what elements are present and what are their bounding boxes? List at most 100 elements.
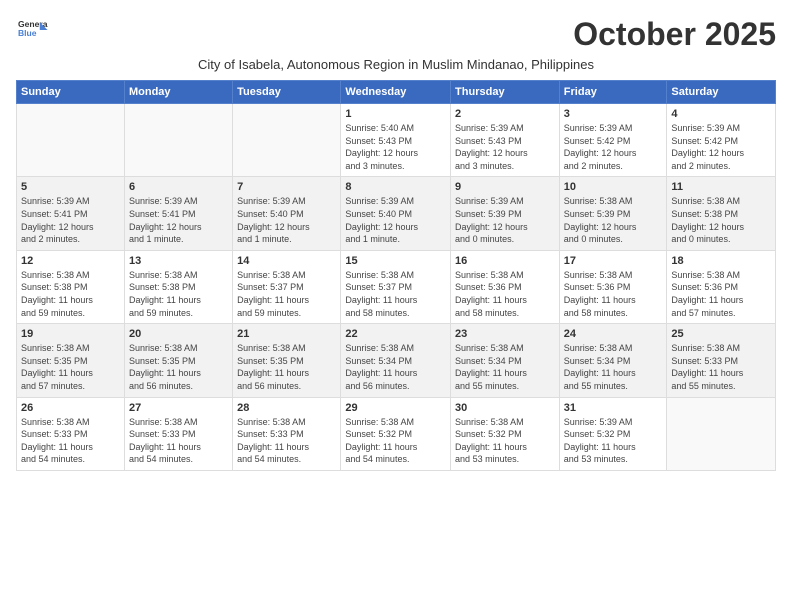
week-row-3: 12 Sunrise: 5:38 AM Sunset: 5:38 PM Dayli… xyxy=(17,250,776,323)
day-number: 30 xyxy=(455,402,555,414)
day-info: Sunrise: 5:39 AM Sunset: 5:39 PM Dayligh… xyxy=(455,195,555,245)
month-title: October 2025 xyxy=(573,16,776,53)
day-cell: 15Sunrise: 5:38 AM Sunset: 5:37 PM Dayli… xyxy=(341,250,451,323)
day-info: Sunrise: 5:38 AM Sunset: 5:36 PM Dayligh… xyxy=(564,269,663,319)
logo: General Blue xyxy=(16,16,48,44)
day-cell: 29 Sunrise: 5:38 AM Sunset: 5:32 PM Dayli… xyxy=(341,397,451,470)
day-number: 2 xyxy=(455,108,555,120)
day-cell: 18 Sunrise: 5:38 AM Sunset: 5:36 PM Dayli… xyxy=(667,250,776,323)
day-cell: 12 Sunrise: 5:38 AM Sunset: 5:38 PM Dayli… xyxy=(17,250,125,323)
day-cell: 19 Sunrise: 5:38 AM Sunset: 5:35 PM Dayli… xyxy=(17,324,125,397)
header-saturday: Saturday xyxy=(667,81,776,104)
day-info: Sunrise: 5:39 AM Sunset: 5:40 PM Dayligh… xyxy=(345,195,446,245)
day-info: Sunrise: 5:38 AM Sunset: 5:39 PM Dayligh… xyxy=(564,195,663,245)
day-cell: 26Sunrise: 5:38 AM Sunset: 5:33 PM Dayli… xyxy=(17,397,125,470)
day-number: 10 xyxy=(564,181,663,193)
day-number: 4 xyxy=(671,108,771,120)
day-info: Sunrise: 5:38 AM Sunset: 5:38 PM Dayligh… xyxy=(671,195,771,245)
day-number: 29 xyxy=(345,402,446,414)
day-info: Sunrise: 5:38 AM Sunset: 5:33 PM Dayligh… xyxy=(21,416,120,466)
day-info: Sunrise: 5:38 AM Sunset: 5:33 PM Dayligh… xyxy=(129,416,228,466)
header-tuesday: Tuesday xyxy=(233,81,341,104)
day-info: Sunrise: 5:38 AM Sunset: 5:35 PM Dayligh… xyxy=(237,342,336,392)
day-info: Sunrise: 5:38 AM Sunset: 5:36 PM Dayligh… xyxy=(455,269,555,319)
day-info: Sunrise: 5:38 AM Sunset: 5:38 PM Dayligh… xyxy=(21,269,120,319)
day-cell: 31Sunrise: 5:39 AM Sunset: 5:32 PM Dayli… xyxy=(559,397,667,470)
day-cell: 2 Sunrise: 5:39 AM Sunset: 5:43 PM Daylig… xyxy=(451,104,560,177)
day-number: 16 xyxy=(455,255,555,267)
day-number: 11 xyxy=(671,181,771,193)
day-number: 6 xyxy=(129,181,228,193)
day-number: 22 xyxy=(345,328,446,340)
day-number: 21 xyxy=(237,328,336,340)
day-info: Sunrise: 5:38 AM Sunset: 5:37 PM Dayligh… xyxy=(237,269,336,319)
header-friday: Friday xyxy=(559,81,667,104)
day-number: 27 xyxy=(129,402,228,414)
day-number: 24 xyxy=(564,328,663,340)
day-number: 7 xyxy=(237,181,336,193)
day-info: Sunrise: 5:38 AM Sunset: 5:32 PM Dayligh… xyxy=(345,416,446,466)
day-info: Sunrise: 5:38 AM Sunset: 5:32 PM Dayligh… xyxy=(455,416,555,466)
day-cell: 30 Sunrise: 5:38 AM Sunset: 5:32 PM Dayli… xyxy=(451,397,560,470)
header-thursday: Thursday xyxy=(451,81,560,104)
day-info: Sunrise: 5:38 AM Sunset: 5:35 PM Dayligh… xyxy=(129,342,228,392)
day-number: 23 xyxy=(455,328,555,340)
day-number: 9 xyxy=(455,181,555,193)
day-info: Sunrise: 5:39 AM Sunset: 5:32 PM Dayligh… xyxy=(564,416,663,466)
day-info: Sunrise: 5:39 AM Sunset: 5:42 PM Dayligh… xyxy=(564,122,663,172)
calendar-table: SundayMondayTuesdayWednesdayThursdayFrid… xyxy=(16,80,776,471)
day-cell: 9 Sunrise: 5:39 AM Sunset: 5:39 PM Daylig… xyxy=(451,177,560,250)
subtitle: City of Isabela, Autonomous Region in Mu… xyxy=(16,57,776,72)
day-cell: 25Sunrise: 5:38 AM Sunset: 5:33 PM Dayli… xyxy=(667,324,776,397)
day-cell: 6 Sunrise: 5:39 AM Sunset: 5:41 PM Daylig… xyxy=(124,177,232,250)
day-cell xyxy=(17,104,125,177)
day-info: Sunrise: 5:38 AM Sunset: 5:36 PM Dayligh… xyxy=(671,269,771,319)
day-number: 25 xyxy=(671,328,771,340)
day-cell xyxy=(124,104,232,177)
day-number: 14 xyxy=(237,255,336,267)
day-cell: 11 Sunrise: 5:38 AM Sunset: 5:38 PM Dayli… xyxy=(667,177,776,250)
day-info: Sunrise: 5:40 AM Sunset: 5:43 PM Dayligh… xyxy=(345,122,446,172)
calendar-header-row: SundayMondayTuesdayWednesdayThursdayFrid… xyxy=(17,81,776,104)
day-number: 12 xyxy=(21,255,120,267)
day-info: Sunrise: 5:38 AM Sunset: 5:34 PM Dayligh… xyxy=(455,342,555,392)
day-info: Sunrise: 5:38 AM Sunset: 5:38 PM Dayligh… xyxy=(129,269,228,319)
day-number: 8 xyxy=(345,181,446,193)
day-number: 15 xyxy=(345,255,446,267)
day-number: 20 xyxy=(129,328,228,340)
day-cell: 17 Sunrise: 5:38 AM Sunset: 5:36 PM Dayli… xyxy=(559,250,667,323)
day-info: Sunrise: 5:38 AM Sunset: 5:33 PM Dayligh… xyxy=(237,416,336,466)
day-cell: 28 Sunrise: 5:38 AM Sunset: 5:33 PM Dayli… xyxy=(233,397,341,470)
day-number: 17 xyxy=(564,255,663,267)
day-number: 28 xyxy=(237,402,336,414)
day-info: Sunrise: 5:38 AM Sunset: 5:35 PM Dayligh… xyxy=(21,342,120,392)
day-number: 19 xyxy=(21,328,120,340)
week-row-5: 26Sunrise: 5:38 AM Sunset: 5:33 PM Dayli… xyxy=(17,397,776,470)
day-cell xyxy=(233,104,341,177)
day-cell: 24 Sunrise: 5:38 AM Sunset: 5:34 PM Dayli… xyxy=(559,324,667,397)
day-info: Sunrise: 5:39 AM Sunset: 5:41 PM Dayligh… xyxy=(129,195,228,245)
day-info: Sunrise: 5:39 AM Sunset: 5:42 PM Dayligh… xyxy=(671,122,771,172)
day-cell: 4 Sunrise: 5:39 AM Sunset: 5:42 PM Daylig… xyxy=(667,104,776,177)
logo-icon: General Blue xyxy=(16,16,48,44)
day-info: Sunrise: 5:39 AM Sunset: 5:41 PM Dayligh… xyxy=(21,195,120,245)
day-cell: 21 Sunrise: 5:38 AM Sunset: 5:35 PM Dayli… xyxy=(233,324,341,397)
day-number: 13 xyxy=(129,255,228,267)
day-cell: 8 Sunrise: 5:39 AM Sunset: 5:40 PM Daylig… xyxy=(341,177,451,250)
week-row-4: 19 Sunrise: 5:38 AM Sunset: 5:35 PM Dayli… xyxy=(17,324,776,397)
header-wednesday: Wednesday xyxy=(341,81,451,104)
day-number: 3 xyxy=(564,108,663,120)
day-cell: 20 Sunrise: 5:38 AM Sunset: 5:35 PM Dayli… xyxy=(124,324,232,397)
day-cell: 13 Sunrise: 5:38 AM Sunset: 5:38 PM Dayli… xyxy=(124,250,232,323)
day-number: 18 xyxy=(671,255,771,267)
day-cell: 23 Sunrise: 5:38 AM Sunset: 5:34 PM Dayli… xyxy=(451,324,560,397)
day-cell: 5Sunrise: 5:39 AM Sunset: 5:41 PM Daylig… xyxy=(17,177,125,250)
day-info: Sunrise: 5:38 AM Sunset: 5:34 PM Dayligh… xyxy=(564,342,663,392)
day-cell: 22Sunrise: 5:38 AM Sunset: 5:34 PM Dayli… xyxy=(341,324,451,397)
day-cell xyxy=(667,397,776,470)
day-cell: 3 Sunrise: 5:39 AM Sunset: 5:42 PM Daylig… xyxy=(559,104,667,177)
day-cell: 1Sunrise: 5:40 AM Sunset: 5:43 PM Daylig… xyxy=(341,104,451,177)
header-sunday: Sunday xyxy=(17,81,125,104)
day-info: Sunrise: 5:39 AM Sunset: 5:43 PM Dayligh… xyxy=(455,122,555,172)
day-cell: 10 Sunrise: 5:38 AM Sunset: 5:39 PM Dayli… xyxy=(559,177,667,250)
